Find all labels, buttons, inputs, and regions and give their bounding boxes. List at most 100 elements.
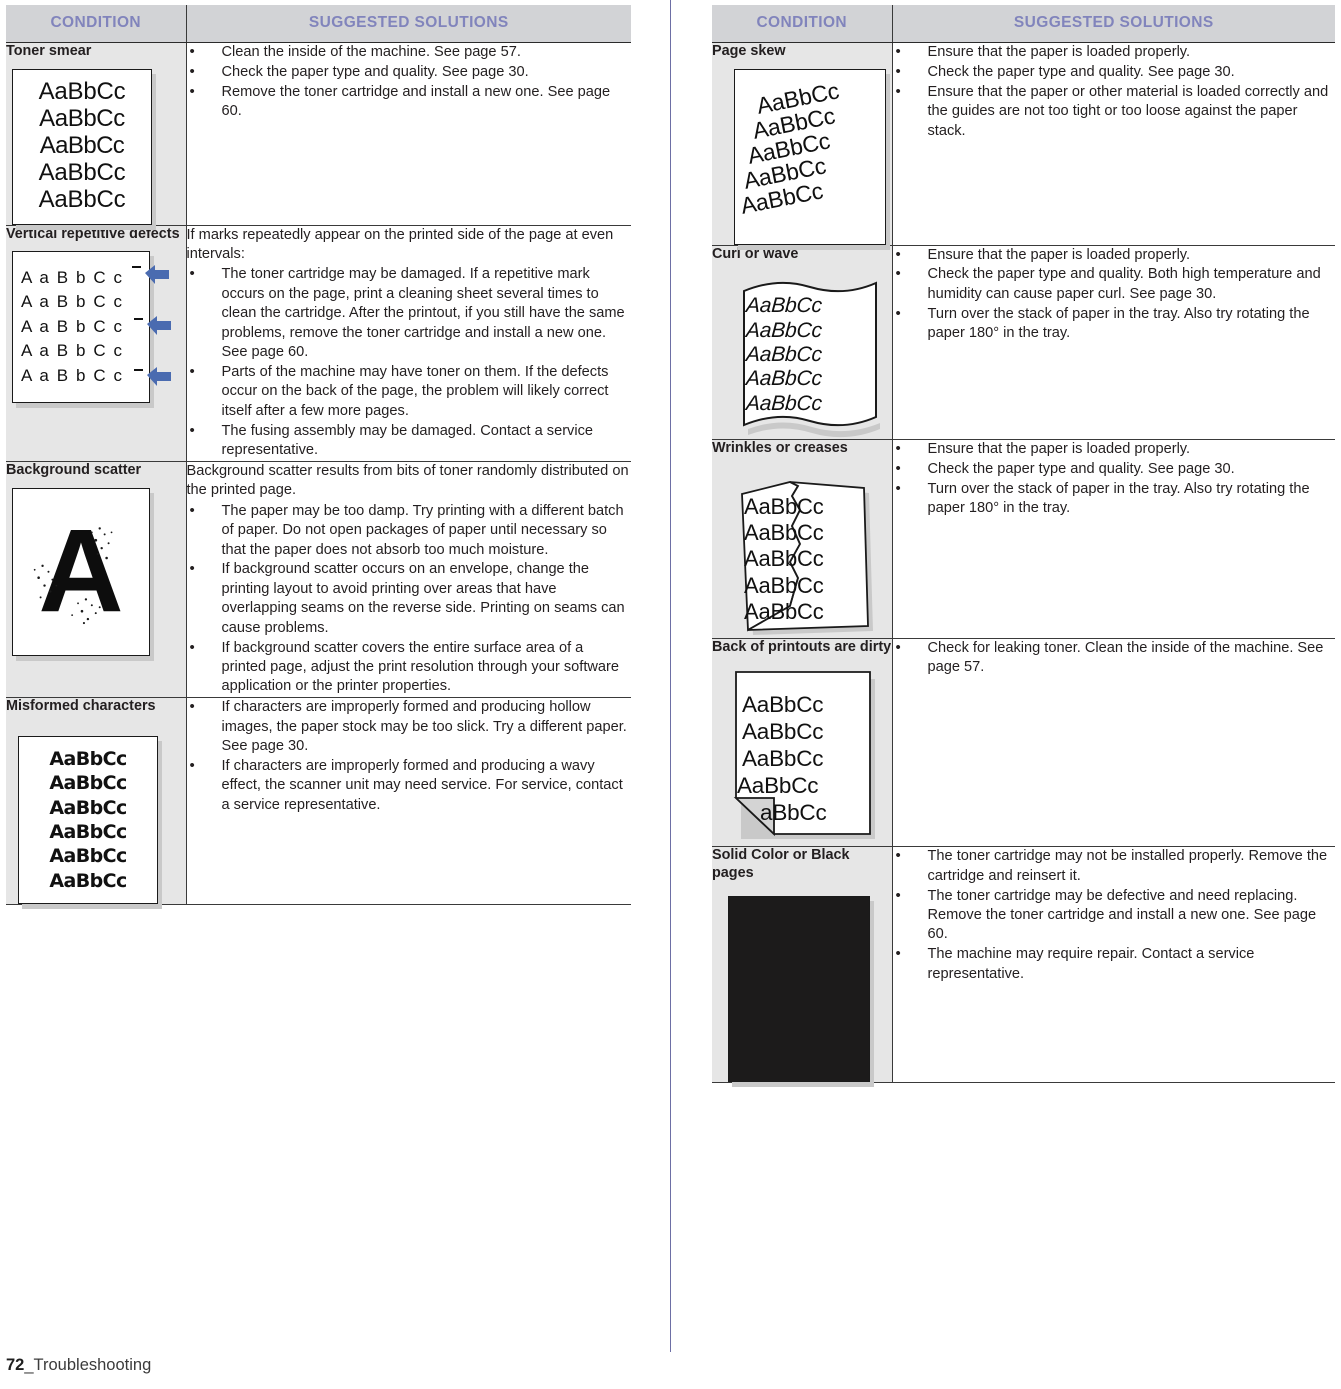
condition-cell: Toner smear AaBbCc AaBbCc AaBbCc AaBbCc … — [6, 42, 186, 226]
sample-line: AaBbCc — [745, 318, 823, 342]
condition-label: Curl or wave — [712, 245, 799, 262]
sample-line: AaBbCc — [49, 772, 127, 795]
sample-line: AaBbCc — [49, 845, 127, 868]
column-header-solutions: SUGGESTED SOLUTIONS — [185, 5, 631, 43]
vertical-repetitive-defects-sample: A a B b C c A a B b C c A a B b C c A a … — [6, 251, 186, 411]
toner-smear-sample: AaBbCc AaBbCc AaBbCc AaBbCc AaBbCc — [6, 68, 186, 225]
solutions-list: Ensure that the paper is loaded properly… — [893, 42, 1336, 141]
misformed-characters-sample: AaBbCc AaBbCc AaBbCc AaBbCc AaBbCc AaBbC… — [6, 735, 186, 904]
condition-cell: Curl or wave AaBbCc AaBbCc AaBbCc AaBbCc… — [712, 245, 892, 441]
page-footer: 72_Troubleshooting — [6, 1356, 151, 1375]
solutions-cell: Ensure that the paper is loaded properly… — [891, 42, 1336, 246]
solution-item: Remove the toner cartridge and install a… — [187, 82, 632, 122]
wrinkles-or-creases-sample: AaBbCc AaBbCc AaBbCc AaBbCc AaBbCc — [712, 466, 892, 638]
sample-line: AaBbCc — [745, 342, 823, 366]
sample-lines: A a B b C c A a B b C c A a B b C c A a … — [13, 252, 149, 402]
sample-line: AaBbCc — [39, 105, 125, 133]
sample-line: A a B b C c — [21, 365, 124, 385]
solution-item: If characters are improperly formed and … — [187, 756, 632, 815]
defect-mark — [134, 369, 143, 372]
sample-paper: A a B b C c A a B b C c A a B b C c A a … — [12, 251, 150, 404]
sample-line: AaBbCc — [49, 869, 127, 892]
right-column: CONDITION SUGGESTED SOLUTIONS Page skew … — [712, 5, 1336, 1084]
condition-cell: Solid Color or Black pages — [712, 846, 892, 1084]
footer-section-label: _Troubleshooting — [24, 1356, 152, 1374]
sample-line: AaBbCc — [49, 747, 127, 770]
sample-line: AaBbCc — [49, 820, 127, 843]
solutions-list: Check for leaking toner. Clean the insid… — [893, 638, 1336, 678]
right-troubleshooting-table: CONDITION SUGGESTED SOLUTIONS Page skew … — [712, 5, 1336, 1084]
arrow-left-icon — [145, 265, 169, 285]
solutions-list: Ensure that the paper is loaded properly… — [893, 245, 1336, 344]
solutions-list: The toner cartridge may be damaged. If a… — [187, 264, 632, 460]
sample-line: AaBbCc — [744, 493, 824, 519]
sample-line: AaBbCc — [742, 691, 824, 717]
sample-line: A a B b C c — [21, 316, 124, 336]
solutions-list: The toner cartridge may not be installed… — [893, 846, 1336, 984]
table-row: Toner smear AaBbCc AaBbCc AaBbCc AaBbCc … — [6, 42, 632, 226]
sample-line: AaBbCc — [745, 391, 823, 415]
condition-label: Toner smear — [6, 43, 92, 59]
column-header-condition: CONDITION — [6, 5, 186, 43]
solutions-cell: Clean the inside of the machine. See pag… — [185, 42, 632, 226]
condition-label: Background scatter — [6, 461, 142, 478]
curl-or-wave-sample: AaBbCc AaBbCc AaBbCc AaBbCc AaBbCc — [712, 271, 892, 439]
solution-item: Check the paper type and quality. See pa… — [187, 62, 632, 82]
sample-holder: AaBbCc AaBbCc AaBbCc AaBbCc aBbCc — [732, 670, 882, 846]
condition-cell: Wrinkles or creases AaBbCc AaBbCc AaBbCc… — [712, 439, 892, 639]
sample-line: AaBbCc — [742, 718, 824, 744]
table-row: Background scatter A Background scatter … — [6, 461, 632, 699]
toner-scatter-icon — [33, 526, 113, 624]
defect-mark — [134, 318, 143, 321]
sample-line: A a B b C c — [21, 267, 124, 287]
condition-cell: Page skew AaBbCc AaBbCc AaBbCc AaBbCc Aa… — [712, 42, 892, 246]
solutions-cell: Ensure that the paper is loaded properly… — [891, 439, 1336, 639]
solution-item: The toner cartridge may not be installed… — [893, 846, 1336, 886]
back-of-printouts-dirty-sample: AaBbCc AaBbCc AaBbCc AaBbCc aBbCc — [712, 670, 892, 846]
left-column: CONDITION SUGGESTED SOLUTIONS Toner smea… — [6, 5, 631, 905]
solution-item: Ensure that the paper is loaded properly… — [893, 439, 1336, 459]
sample-line: A a B b C c — [21, 341, 124, 361]
condition-label: Back of printouts are dirty — [712, 638, 892, 655]
sample-line: AaBbCc — [744, 572, 824, 598]
table-row: Misformed characters AaBbCc AaBbCc AaBbC… — [6, 697, 632, 905]
column-header-solutions: SUGGESTED SOLUTIONS — [891, 5, 1335, 43]
sample-line: AaBbCc — [744, 520, 824, 546]
table-row: Page skew AaBbCc AaBbCc AaBbCc AaBbCc Aa… — [712, 42, 1336, 246]
solutions-cell: Ensure that the paper is loaded properly… — [891, 245, 1336, 441]
arrow-left-icon — [147, 367, 171, 387]
solutions-list: The paper may be too damp. Try printing … — [187, 501, 632, 697]
sample-line: AaBbCc — [744, 599, 824, 625]
sample-line: AaBbCc — [737, 772, 819, 798]
sample-line: AaBbCc — [745, 367, 823, 391]
solution-item: Parts of the machine may have toner on t… — [187, 362, 632, 421]
sample-lines: AaBbCc AaBbCc AaBbCc AaBbCc AaBbCc — [745, 293, 876, 417]
solution-item: Check the paper type and quality. See pa… — [893, 459, 1336, 479]
solutions-cell: If characters are improperly formed and … — [185, 697, 632, 905]
condition-cell: Vertical repetitive defects A a B b C c … — [6, 225, 186, 462]
sample-line: AaBbCc — [745, 294, 823, 318]
condition-label: Vertical repetitive defects — [6, 225, 180, 242]
condition-cell: Misformed characters AaBbCc AaBbCc AaBbC… — [6, 697, 186, 905]
sample-lines: AaBbCc AaBbCc AaBbCc AaBbCc aBbCc — [737, 680, 874, 836]
solution-item: Turn over the stack of paper in the tray… — [893, 479, 1336, 519]
solutions-list: Clean the inside of the machine. See pag… — [187, 42, 632, 122]
solutions-cell: If marks repeatedly appear on the printe… — [185, 225, 632, 462]
solution-item: The machine may require repair. Contact … — [893, 944, 1336, 984]
solution-item: Ensure that the paper is loaded properly… — [893, 245, 1336, 265]
sample-paper: AaBbCc AaBbCc AaBbCc AaBbCc AaBbCc AaBbC… — [18, 735, 158, 904]
sample-holder: A a B b C c A a B b C c A a B b C c A a … — [12, 251, 182, 411]
left-troubleshooting-table: CONDITION SUGGESTED SOLUTIONS Toner smea… — [6, 5, 631, 905]
condition-label: Misformed characters — [6, 698, 156, 715]
sample-line: AaBbCc — [38, 78, 126, 106]
sample-line: aBbCc — [760, 799, 827, 825]
solutions-cell: Check for leaking toner. Clean the insid… — [891, 638, 1336, 848]
sample-line: AaBbCc — [39, 132, 125, 160]
sample-line: AaBbCc — [38, 159, 126, 186]
table-row: Solid Color or Black pages The toner car… — [712, 846, 1336, 1084]
condition-cell: Background scatter A — [6, 461, 186, 699]
table-header-row: CONDITION SUGGESTED SOLUTIONS — [6, 5, 631, 43]
table-row: Vertical repetitive defects A a B b C c … — [6, 225, 632, 462]
solution-item: Clean the inside of the machine. See pag… — [187, 42, 632, 62]
solution-item: The toner cartridge may be damaged. If a… — [187, 264, 632, 362]
